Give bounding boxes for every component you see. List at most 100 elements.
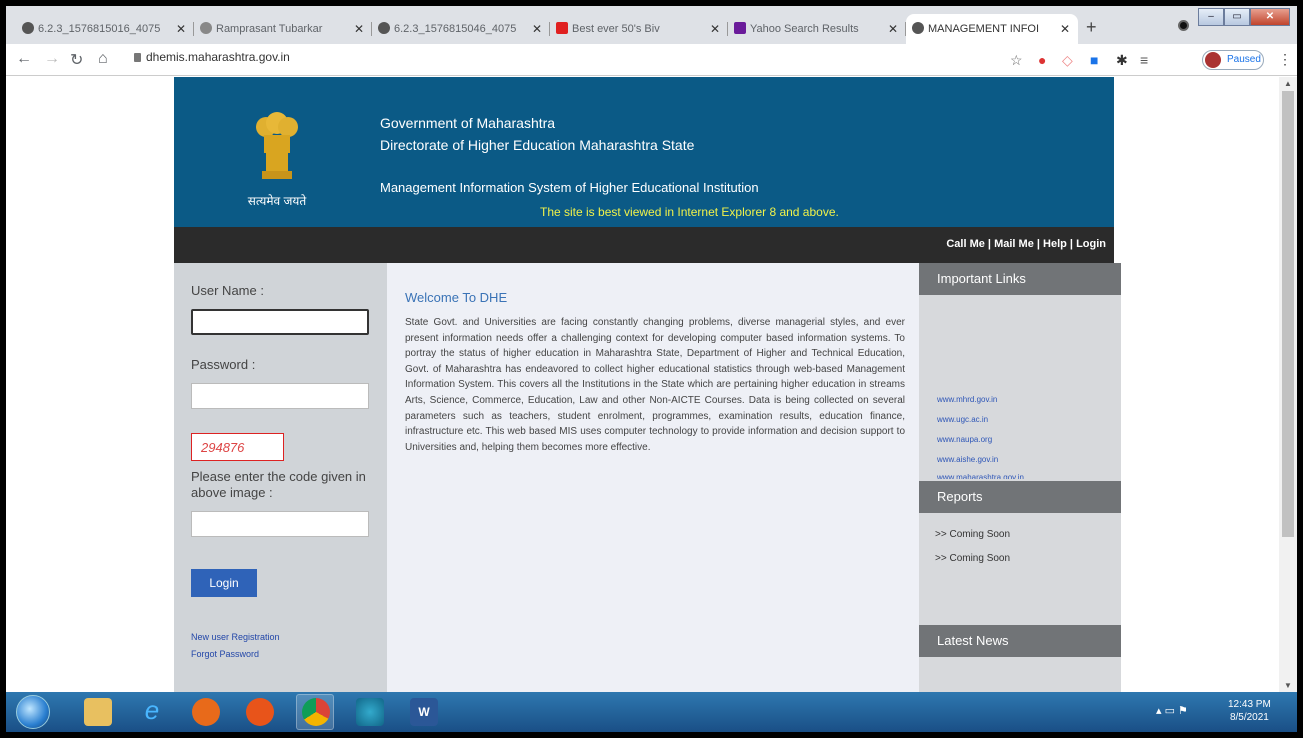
reading-list-icon[interactable]: ≡ [1140,52,1148,68]
close-tab-icon[interactable]: ✕ [1060,22,1070,36]
username-label: User Name : [191,283,264,298]
internet-explorer-icon[interactable]: e [138,697,166,726]
system-title: Management Information System of Higher … [380,180,759,195]
scroll-up-icon[interactable]: ▲ [1284,79,1292,88]
browser-tab[interactable]: Ramprasant Tubarkar ✕ [194,14,372,44]
clock[interactable]: 12:43 PM 8/5/2021 [1228,698,1271,724]
report-label: Coming Soon [949,529,1011,540]
tab-label: Best ever 50's Biv [572,23,660,35]
website: सत्यमेव जयते Government of Maharashtra D… [174,77,1121,692]
header-subtitle: Directorate of Higher Education Maharash… [380,137,695,153]
right-sidebar: Important Links www.mhrd.gov.in www.ugc.… [919,263,1121,692]
password-label: Password : [191,357,256,372]
word-icon[interactable]: W [410,698,438,726]
help-link[interactable]: Help [1043,238,1067,250]
star-icon[interactable]: ☆ [1010,52,1023,69]
close-tab-icon[interactable]: ✕ [354,22,364,36]
home-icon[interactable]: ⌂ [98,50,108,68]
reports-heading: Reports [919,481,1121,513]
browser-toolbar: ← → ↻ ⌂ dhemis.maharashtra.gov.in ☆ ● ◇ … [6,44,1297,76]
important-link[interactable]: www.naupa.org [937,435,992,444]
vertical-scrollbar[interactable]: ▲ ▼ [1279,77,1297,692]
mail-me-link[interactable]: Mail Me [994,238,1034,250]
separator: | [1066,238,1077,250]
new-user-registration-link[interactable]: New user Registration [191,632,280,642]
address-bar[interactable]: dhemis.maharashtra.gov.in [146,50,290,64]
important-links-heading: Important Links [919,263,1121,295]
record-icon[interactable] [1178,20,1189,31]
minimize-button[interactable]: – [1198,8,1224,26]
close-tab-icon[interactable]: ✕ [532,22,542,36]
avatar [1205,52,1221,68]
youtube-icon [556,22,568,34]
windows-taskbar: e W ▴ ▭ ⚑ 12:43 PM 8/5/2021 [6,692,1297,732]
firefox-icon[interactable] [246,698,274,726]
close-tab-icon[interactable]: ✕ [176,22,186,36]
globe-icon [22,22,34,34]
browser-tab[interactable]: 6.2.3_1576815046_4075 ✕ [372,14,550,44]
welcome-title: Welcome To DHE [405,290,508,305]
browser-tab[interactable]: Yahoo Search Results ✕ [728,14,906,44]
start-button[interactable] [16,695,50,729]
top-links: Call Me | Mail Me | Help | Login [946,238,1106,250]
close-tab-icon[interactable]: ✕ [888,22,898,36]
tab-label: 6.2.3_1576815046_4075 [394,23,517,35]
call-me-link[interactable]: Call Me [946,238,985,250]
close-tab-icon[interactable]: ✕ [710,22,720,36]
profile-status: Paused [1227,54,1261,65]
username-input[interactable] [191,309,369,335]
extension-icon[interactable]: ■ [1090,52,1098,68]
tab-label: 6.2.3_1576815016_4075 [38,23,161,35]
important-link[interactable]: www.ugc.ac.in [937,415,988,424]
close-window-button[interactable]: ✕ [1250,8,1290,26]
chrome-icon[interactable] [302,698,330,726]
browser-tab[interactable]: Best ever 50's Biv ✕ [550,14,728,44]
window-controls: – ▭ ✕ [1198,8,1290,26]
welcome-panel: Welcome To DHE State Govt. and Universit… [387,263,919,692]
login-button[interactable]: Login [191,569,257,597]
clock-time: 12:43 PM [1228,699,1271,710]
back-arrow-icon[interactable]: ← [16,50,32,68]
clock-date: 8/5/2021 [1229,712,1269,723]
system-tray[interactable]: ▴ ▭ ⚑ [1156,704,1188,717]
media-player-icon[interactable] [192,698,220,726]
report-label: Coming Soon [949,553,1011,564]
extension-icon[interactable]: ◇ [1062,52,1073,69]
password-input[interactable] [191,383,369,409]
globe-icon [378,22,390,34]
report-item[interactable]: >> Coming Soon [935,553,1010,564]
browser-tab[interactable]: 6.2.3_1576815016_4075 ✕ [16,14,194,44]
file-explorer-icon[interactable] [84,698,112,726]
forgot-password-link[interactable]: Forgot Password [191,649,259,659]
captcha-input[interactable] [191,511,369,537]
lock-icon [134,53,141,62]
captcha-prompt: Please enter the code given in above ima… [191,469,366,500]
forward-arrow-icon[interactable]: → [44,50,60,68]
report-item[interactable]: >> Coming Soon [935,529,1010,540]
screen: 6.2.3_1576815016_4075 ✕ Ramprasant Tubar… [6,6,1297,732]
important-link[interactable]: www.maharashtra.gov.in [937,473,1024,479]
scrollbar-thumb[interactable] [1282,91,1294,537]
important-link[interactable]: www.mhrd.gov.in [937,395,997,404]
menu-icon[interactable]: ⋮ [1278,51,1292,68]
browser-tab-active[interactable]: MANAGEMENT INFOI ✕ [906,14,1078,44]
scroll-down-icon[interactable]: ▼ [1284,681,1292,690]
login-link[interactable]: Login [1076,238,1106,250]
reload-icon[interactable]: ↻ [70,50,83,70]
browser-notice: The site is best viewed in Internet Expl… [540,205,839,219]
captcha-image: 294876 [191,433,284,461]
puzzle-icon[interactable]: ✱ [1116,52,1128,69]
extension-icon[interactable]: ● [1038,52,1046,68]
bullet-icon: >> [935,553,947,564]
profile-button[interactable]: Paused [1202,50,1264,70]
edge-icon[interactable] [356,698,384,726]
bullet-icon: >> [935,529,947,540]
emblem-motto: सत्यमेव जयते [247,194,307,208]
important-link[interactable]: www.aishe.gov.in [937,455,998,464]
new-tab-button[interactable]: + [1086,17,1097,38]
header-title: Government of Maharashtra [380,115,556,131]
top-nav-bar: Call Me | Mail Me | Help | Login [174,227,1114,263]
maximize-button[interactable]: ▭ [1224,8,1250,26]
login-panel: User Name : Password : 294876 Please ent… [174,263,387,692]
globe-icon [912,22,924,34]
